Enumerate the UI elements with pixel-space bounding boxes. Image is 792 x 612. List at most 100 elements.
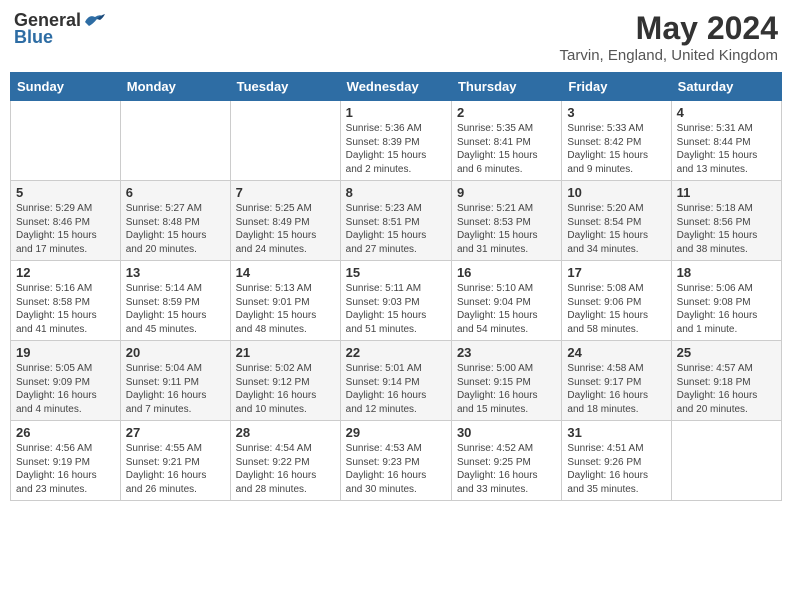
day-number: 31 (567, 425, 665, 440)
calendar-cell: 29 Sunrise: 4:53 AM Sunset: 9:23 PM Dayli… (340, 421, 451, 501)
day-number: 24 (567, 345, 665, 360)
calendar-cell: 25 Sunrise: 4:57 AM Sunset: 9:18 PM Dayli… (671, 341, 781, 421)
day-number: 26 (16, 425, 115, 440)
day-number: 28 (236, 425, 335, 440)
calendar-cell: 22 Sunrise: 5:01 AM Sunset: 9:14 PM Dayli… (340, 341, 451, 421)
calendar-day-header: Wednesday (340, 73, 451, 101)
calendar-cell: 17Sunrise: 5:08 AM Sunset: 9:06 PM Dayli… (562, 261, 671, 341)
day-number: 15 (346, 265, 446, 280)
calendar-header-row: SundayMondayTuesdayWednesdayThursdayFrid… (11, 73, 782, 101)
day-info: Sunrise: 5:25 AM Sunset: 8:49 PM Dayligh… (236, 202, 335, 256)
calendar-day-header: Friday (562, 73, 671, 101)
day-number: 10 (567, 185, 665, 200)
day-number: 14 (236, 265, 335, 280)
day-info: Sunrise: 5:23 AM Sunset: 8:51 PM Dayligh… (346, 202, 446, 256)
day-info: Sunrise: 4:56 AM Sunset: 9:19 PM Dayligh… (16, 442, 115, 496)
calendar-cell: 23 Sunrise: 5:00 AM Sunset: 9:15 PM Dayli… (451, 341, 561, 421)
calendar-day-header: Sunday (11, 73, 121, 101)
day-info: Sunrise: 5:11 AM Sunset: 9:03 PM Dayligh… (346, 282, 446, 336)
calendar-day-header: Tuesday (230, 73, 340, 101)
calendar-week-row: 1 Sunrise: 5:36 AM Sunset: 8:39 PM Daylig… (11, 101, 782, 181)
logo: General Blue (14, 10, 105, 48)
day-number: 11 (677, 185, 776, 200)
day-number: 2 (457, 105, 556, 120)
day-info: Sunrise: 4:51 AM Sunset: 9:26 PM Dayligh… (567, 442, 665, 496)
calendar-day-header: Saturday (671, 73, 781, 101)
calendar-cell (11, 101, 121, 181)
day-number: 20 (126, 345, 225, 360)
day-info: Sunrise: 5:14 AM Sunset: 8:59 PM Dayligh… (126, 282, 225, 336)
calendar-cell: 24Sunrise: 4:58 AM Sunset: 9:17 PM Dayli… (562, 341, 671, 421)
day-number: 17 (567, 265, 665, 280)
calendar-cell: 5 Sunrise: 5:29 AM Sunset: 8:46 PM Daylig… (11, 181, 121, 261)
day-info: Sunrise: 5:20 AM Sunset: 8:54 PM Dayligh… (567, 202, 665, 256)
day-info: Sunrise: 4:54 AM Sunset: 9:22 PM Dayligh… (236, 442, 335, 496)
calendar-body: 1 Sunrise: 5:36 AM Sunset: 8:39 PM Daylig… (11, 101, 782, 501)
calendar-cell: 18 Sunrise: 5:06 AM Sunset: 9:08 PM Dayli… (671, 261, 781, 341)
day-info: Sunrise: 5:18 AM Sunset: 8:56 PM Dayligh… (677, 202, 776, 256)
calendar-cell: 28 Sunrise: 4:54 AM Sunset: 9:22 PM Dayli… (230, 421, 340, 501)
day-number: 5 (16, 185, 115, 200)
calendar-week-row: 26 Sunrise: 4:56 AM Sunset: 9:19 PM Dayli… (11, 421, 782, 501)
page-header: General Blue May 2024 Tarvin, England, U… (10, 10, 782, 64)
day-info: Sunrise: 5:02 AM Sunset: 9:12 PM Dayligh… (236, 362, 335, 416)
calendar-cell: 11 Sunrise: 5:18 AM Sunset: 8:56 PM Dayli… (671, 181, 781, 261)
day-info: Sunrise: 5:04 AM Sunset: 9:11 PM Dayligh… (126, 362, 225, 416)
day-number: 1 (346, 105, 446, 120)
calendar-cell: 19 Sunrise: 5:05 AM Sunset: 9:09 PM Dayli… (11, 341, 121, 421)
calendar-week-row: 12Sunrise: 5:16 AM Sunset: 8:58 PM Dayli… (11, 261, 782, 341)
day-info: Sunrise: 5:33 AM Sunset: 8:42 PM Dayligh… (567, 122, 665, 176)
day-info: Sunrise: 4:53 AM Sunset: 9:23 PM Dayligh… (346, 442, 446, 496)
day-number: 18 (677, 265, 776, 280)
calendar-cell: 31 Sunrise: 4:51 AM Sunset: 9:26 PM Dayli… (562, 421, 671, 501)
day-info: Sunrise: 5:10 AM Sunset: 9:04 PM Dayligh… (457, 282, 556, 336)
logo-blue: Blue (14, 27, 53, 48)
calendar-cell: 16Sunrise: 5:10 AM Sunset: 9:04 PM Dayli… (451, 261, 561, 341)
day-number: 3 (567, 105, 665, 120)
day-info: Sunrise: 5:01 AM Sunset: 9:14 PM Dayligh… (346, 362, 446, 416)
calendar-cell: 26 Sunrise: 4:56 AM Sunset: 9:19 PM Dayli… (11, 421, 121, 501)
calendar-cell (671, 421, 781, 501)
day-info: Sunrise: 5:13 AM Sunset: 9:01 PM Dayligh… (236, 282, 335, 336)
calendar-cell: 4 Sunrise: 5:31 AM Sunset: 8:44 PM Daylig… (671, 101, 781, 181)
day-number: 9 (457, 185, 556, 200)
day-info: Sunrise: 5:16 AM Sunset: 8:58 PM Dayligh… (16, 282, 115, 336)
calendar-cell: 3 Sunrise: 5:33 AM Sunset: 8:42 PM Daylig… (562, 101, 671, 181)
calendar-cell: 6Sunrise: 5:27 AM Sunset: 8:48 PM Daylig… (120, 181, 230, 261)
calendar-cell: 1 Sunrise: 5:36 AM Sunset: 8:39 PM Daylig… (340, 101, 451, 181)
day-number: 6 (126, 185, 225, 200)
calendar-cell (120, 101, 230, 181)
day-info: Sunrise: 5:36 AM Sunset: 8:39 PM Dayligh… (346, 122, 446, 176)
day-number: 30 (457, 425, 556, 440)
calendar-cell: 27 Sunrise: 4:55 AM Sunset: 9:21 PM Dayli… (120, 421, 230, 501)
calendar-cell: 10 Sunrise: 5:20 AM Sunset: 8:54 PM Dayli… (562, 181, 671, 261)
day-number: 21 (236, 345, 335, 360)
day-number: 4 (677, 105, 776, 120)
day-info: Sunrise: 4:57 AM Sunset: 9:18 PM Dayligh… (677, 362, 776, 416)
day-info: Sunrise: 5:05 AM Sunset: 9:09 PM Dayligh… (16, 362, 115, 416)
day-number: 7 (236, 185, 335, 200)
day-number: 29 (346, 425, 446, 440)
calendar-cell: 20 Sunrise: 5:04 AM Sunset: 9:11 PM Dayli… (120, 341, 230, 421)
day-number: 23 (457, 345, 556, 360)
calendar-cell: 21 Sunrise: 5:02 AM Sunset: 9:12 PM Dayli… (230, 341, 340, 421)
calendar-cell: 14 Sunrise: 5:13 AM Sunset: 9:01 PM Dayli… (230, 261, 340, 341)
day-info: Sunrise: 4:55 AM Sunset: 9:21 PM Dayligh… (126, 442, 225, 496)
calendar-day-header: Monday (120, 73, 230, 101)
day-number: 25 (677, 345, 776, 360)
day-number: 19 (16, 345, 115, 360)
day-info: Sunrise: 5:00 AM Sunset: 9:15 PM Dayligh… (457, 362, 556, 416)
day-number: 22 (346, 345, 446, 360)
title-section: May 2024 Tarvin, England, United Kingdom (560, 10, 778, 64)
day-info: Sunrise: 4:52 AM Sunset: 9:25 PM Dayligh… (457, 442, 556, 496)
day-number: 8 (346, 185, 446, 200)
calendar-cell: 12Sunrise: 5:16 AM Sunset: 8:58 PM Dayli… (11, 261, 121, 341)
calendar-week-row: 5 Sunrise: 5:29 AM Sunset: 8:46 PM Daylig… (11, 181, 782, 261)
day-number: 13 (126, 265, 225, 280)
day-info: Sunrise: 5:31 AM Sunset: 8:44 PM Dayligh… (677, 122, 776, 176)
day-info: Sunrise: 5:29 AM Sunset: 8:46 PM Dayligh… (16, 202, 115, 256)
day-info: Sunrise: 5:06 AM Sunset: 9:08 PM Dayligh… (677, 282, 776, 336)
day-number: 27 (126, 425, 225, 440)
logo-bird-icon (83, 12, 105, 30)
calendar-cell: 13 Sunrise: 5:14 AM Sunset: 8:59 PM Dayli… (120, 261, 230, 341)
